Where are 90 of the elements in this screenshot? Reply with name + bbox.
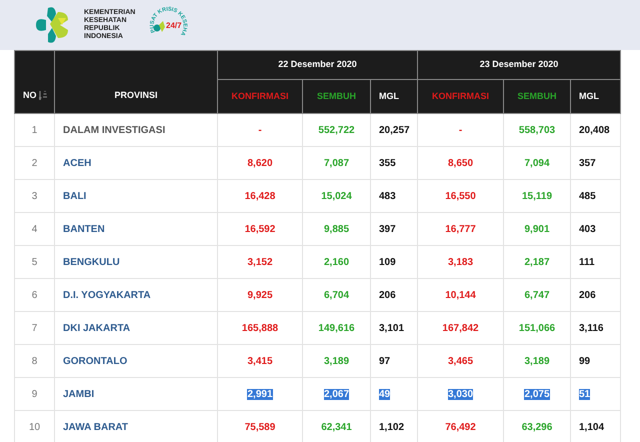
row-number: 8 bbox=[14, 344, 54, 378]
province-link[interactable]: DKI JAKARTA bbox=[54, 312, 218, 344]
table-cell: 6,747 bbox=[524, 290, 550, 300]
table-cell: 3,183 bbox=[448, 256, 474, 268]
table-cell: 151,066 bbox=[518, 322, 556, 334]
table-cell: 2,160 bbox=[324, 256, 350, 268]
table-cell: - bbox=[458, 124, 462, 136]
table-cell: 16,550 bbox=[445, 190, 476, 202]
table-cell: 109 bbox=[379, 256, 396, 268]
province-link[interactable]: D.I. YOGYAKARTA bbox=[54, 278, 218, 312]
table-cell: 15,119 bbox=[522, 190, 552, 202]
table-cell: 3,189 bbox=[524, 356, 550, 366]
table-cell: 149,616 bbox=[318, 322, 355, 334]
table-cell: 552,722 bbox=[318, 124, 355, 136]
column-header: SEMBUH bbox=[302, 80, 370, 114]
table-cell: 1,104 bbox=[579, 422, 604, 432]
table-cell: 8,650 bbox=[448, 158, 474, 168]
table-cell: 3,030 bbox=[448, 388, 474, 400]
table-cell: 2,075 bbox=[524, 388, 550, 400]
province-link[interactable]: BALI bbox=[54, 180, 218, 212]
table-cell: 9,925 bbox=[247, 290, 273, 300]
table-cell: 3,415 bbox=[247, 356, 273, 366]
date-column-header: 22 Desember 2020 bbox=[218, 50, 418, 80]
province-name: DALAM INVESTIGASI bbox=[54, 114, 218, 146]
province-link[interactable]: BENGKULU bbox=[54, 246, 218, 278]
table-cell: 167,842 bbox=[442, 322, 479, 334]
table-cell: 3,152 bbox=[247, 256, 273, 268]
row-number: 3 bbox=[14, 180, 54, 212]
row-number: 6 bbox=[14, 278, 54, 312]
no-column-header[interactable]: NO bbox=[14, 50, 54, 114]
table-cell: 62,341 bbox=[321, 422, 352, 432]
row-number: 5 bbox=[14, 246, 54, 278]
table-cell: 483 bbox=[379, 190, 396, 202]
row-number: 4 bbox=[14, 212, 54, 246]
table-cell: 2,187 bbox=[524, 256, 550, 268]
table-cell: 20,257 bbox=[379, 124, 410, 136]
table-cell: 76,492 bbox=[445, 422, 476, 432]
province-link[interactable]: ACEH bbox=[54, 146, 218, 180]
column-header: SEMBUH bbox=[504, 80, 570, 114]
column-header: MGL bbox=[570, 80, 620, 114]
table-cell: 9,885 bbox=[324, 224, 350, 234]
table-cell: 2,991 bbox=[247, 388, 273, 400]
table-cell: 111 bbox=[579, 256, 595, 268]
row-number: 10 bbox=[14, 410, 54, 442]
table-cell: 16,592 bbox=[244, 224, 276, 234]
table-cell: 403 bbox=[579, 224, 596, 234]
row-number: 1 bbox=[14, 114, 54, 146]
row-number: 7 bbox=[14, 312, 54, 344]
table-cell: 3,465 bbox=[448, 356, 474, 366]
province-link[interactable]: JAMBI bbox=[54, 378, 218, 410]
table-cell: 8,620 bbox=[247, 158, 273, 168]
province-link[interactable]: BANTEN bbox=[54, 212, 218, 246]
table-cell: 3,189 bbox=[324, 356, 350, 366]
table-cell: 2,067 bbox=[324, 388, 350, 400]
table-cell: 355 bbox=[379, 158, 396, 168]
table-cell: 10,144 bbox=[445, 290, 476, 300]
sort-icon[interactable] bbox=[39, 90, 48, 100]
table-cell: 3,101 bbox=[379, 322, 404, 334]
table-cell: 16,777 bbox=[445, 224, 476, 234]
table-cell: 49 bbox=[379, 388, 390, 400]
column-header: KONFIRMASI bbox=[418, 80, 504, 114]
province-column-header: PROVINSI bbox=[54, 50, 218, 114]
date-column-header: 23 Desember 2020 bbox=[418, 50, 620, 80]
table-cell: 20,408 bbox=[579, 124, 610, 136]
table-cell: 75,589 bbox=[244, 422, 276, 432]
table-cell: 357 bbox=[579, 158, 596, 168]
table-cell: - bbox=[258, 124, 262, 136]
table-cell: 1,102 bbox=[379, 422, 404, 432]
table-cell: 206 bbox=[579, 290, 596, 300]
table-cell: 558,703 bbox=[518, 124, 556, 136]
table-cell: 9,901 bbox=[524, 224, 550, 234]
table-cell: 206 bbox=[379, 290, 396, 300]
table-cell: 7,087 bbox=[324, 158, 350, 168]
table-cell: 99 bbox=[579, 356, 590, 366]
table-cell: 6,704 bbox=[324, 290, 350, 300]
row-number: 9 bbox=[14, 378, 54, 410]
column-header: MGL bbox=[370, 80, 418, 114]
row-number: 2 bbox=[14, 146, 54, 180]
table-cell: 397 bbox=[379, 224, 396, 234]
table-cell: 15,024 bbox=[321, 190, 352, 202]
table-cell: 63,296 bbox=[522, 422, 552, 432]
table-cell: 485 bbox=[579, 190, 596, 202]
column-header: KONFIRMASI bbox=[218, 80, 302, 114]
province-link[interactable]: GORONTALO bbox=[54, 344, 218, 378]
table-cell: 7,094 bbox=[524, 158, 550, 168]
table-cell: 97 bbox=[379, 356, 390, 366]
table-cell: 51 bbox=[579, 388, 590, 400]
table-cell: 165,888 bbox=[242, 322, 278, 334]
table-cell: 3,116 bbox=[579, 322, 604, 334]
table-cell: 16,428 bbox=[244, 190, 276, 202]
